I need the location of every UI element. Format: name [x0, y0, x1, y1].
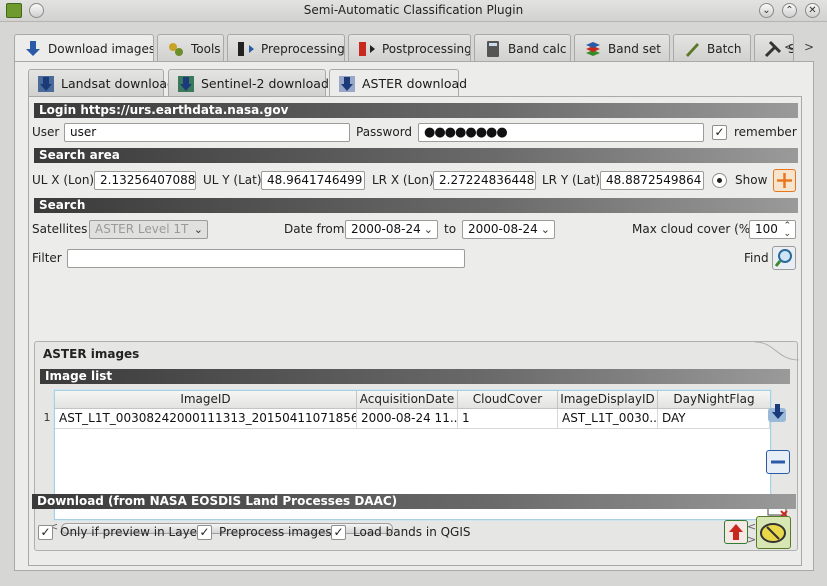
- sentinel2-download-icon: [178, 76, 194, 92]
- tab-download-images[interactable]: Download images: [14, 34, 154, 64]
- search-header: Search: [34, 198, 798, 213]
- col-imageid[interactable]: ImageID: [55, 391, 357, 409]
- remember-label: remember: [734, 125, 797, 139]
- arrow-up-icon: [729, 524, 743, 540]
- band-calc-icon: [487, 41, 499, 57]
- tab-sentinel2-download[interactable]: Sentinel-2 download: [168, 69, 329, 97]
- filter-label: Filter: [32, 251, 62, 265]
- user-input[interactable]: user: [64, 123, 350, 142]
- find-button[interactable]: [772, 246, 796, 270]
- spin-arrows-icon[interactable]: ⌃ ⌄: [783, 222, 791, 239]
- max-cloud-spinbox[interactable]: 100 ⌃ ⌄: [749, 220, 796, 239]
- aster-download-icon: [339, 76, 355, 92]
- settings-icon: [764, 40, 782, 58]
- uly-label: UL Y (Lat): [203, 173, 262, 187]
- preprocess-images-checkbox[interactable]: ✓: [197, 525, 212, 540]
- find-label: Find: [744, 251, 769, 265]
- preprocessing-icon: [238, 42, 254, 56]
- col-daynightflag[interactable]: DayNightFlag: [658, 391, 770, 409]
- run-download-button[interactable]: [756, 516, 791, 549]
- add-to-layers-button[interactable]: [766, 402, 790, 426]
- tab-scroll-left-icon[interactable]: <: [784, 40, 794, 54]
- group-tab-corner: [755, 342, 799, 361]
- download-icon: [26, 41, 40, 56]
- export-links-button[interactable]: [724, 520, 748, 544]
- date-to-select[interactable]: 2000-08-24 ⌄: [462, 220, 555, 239]
- preprocess-images-label: Preprocess images: [219, 525, 332, 539]
- search-icon: [774, 249, 792, 267]
- lrx-label: LR X (Lon): [372, 173, 434, 187]
- row-number: 1: [43, 411, 51, 424]
- user-label: User: [32, 125, 60, 139]
- minus-icon: [771, 460, 785, 464]
- band-set-icon: [586, 42, 600, 56]
- remove-row-button[interactable]: [766, 450, 790, 474]
- lry-label: LR Y (Lat): [542, 173, 601, 187]
- show-radio[interactable]: [712, 173, 727, 188]
- to-label: to: [444, 222, 457, 236]
- tab-preprocessing[interactable]: Preprocessing: [227, 34, 345, 62]
- cell-daynightflag[interactable]: DAY: [658, 409, 770, 429]
- filter-input[interactable]: [67, 249, 465, 268]
- date-from-select[interactable]: 2000-08-24 ⌄: [345, 220, 438, 239]
- plugin-window: Semi-Automatic Classification Plugin ⌄ ⌃…: [0, 0, 827, 586]
- cell-imagedisplayid[interactable]: AST_L1T_0030...: [558, 409, 658, 429]
- only-preview-label: Only if preview in Layers: [60, 525, 209, 539]
- col-acquisitiondate[interactable]: AcquisitionDate: [357, 391, 458, 409]
- only-preview-checkbox[interactable]: ✓: [38, 525, 53, 540]
- title-bar: Semi-Automatic Classification Plugin ⌄ ⌃…: [0, 0, 827, 22]
- run-icon: [760, 523, 786, 543]
- landsat-download-icon: [38, 76, 54, 92]
- close-button[interactable]: ✕: [805, 3, 820, 18]
- tab-aster-download[interactable]: ASTER download: [329, 69, 467, 99]
- tab-postprocessing[interactable]: Postprocessing: [348, 34, 471, 62]
- minimize-button[interactable]: ⌄: [759, 3, 774, 18]
- plus-icon: [777, 173, 792, 188]
- max-cloud-label: Max cloud cover (%): [632, 222, 755, 236]
- col-cloudcover[interactable]: CloudCover: [458, 391, 558, 409]
- tab-tools[interactable]: Tools: [157, 34, 224, 62]
- satellites-label: Satellites: [32, 222, 88, 236]
- password-input[interactable]: ●●●●●●●●: [418, 123, 704, 142]
- add-point-button[interactable]: [773, 169, 796, 192]
- chevron-down-icon: ⌄: [193, 223, 203, 236]
- cell-cloudcover[interactable]: 1: [458, 409, 558, 429]
- display-download-icon: [768, 404, 786, 422]
- window-title: Semi-Automatic Classification Plugin: [303, 3, 524, 17]
- tab-band-calc[interactable]: Band calc: [474, 34, 571, 62]
- date-from-label: Date from: [284, 222, 345, 236]
- table-header: ImageID AcquisitionDate CloudCover Image…: [55, 391, 770, 409]
- password-label: Password: [356, 125, 413, 139]
- cell-imageid[interactable]: AST_L1T_00308242000111313_20150411071856…: [55, 409, 357, 429]
- tab-scroll-right-icon[interactable]: >: [804, 40, 814, 54]
- show-label: Show: [735, 173, 768, 187]
- lrx-input[interactable]: 2.27224836448: [433, 171, 536, 190]
- tab-landsat-download[interactable]: Landsat download: [28, 69, 175, 97]
- maximize-button[interactable]: ⌃: [782, 3, 797, 18]
- lry-input[interactable]: 48.8872549864: [600, 171, 704, 190]
- main-tab-bar: Download images Tools Preprocessing Post…: [14, 34, 826, 64]
- chevron-down-icon: ⌄: [423, 223, 433, 236]
- aster-images-group: ASTER images Image list ImageID Acquisit…: [34, 341, 799, 551]
- image-list-header: Image list: [40, 369, 790, 384]
- tab-band-set[interactable]: Band set: [574, 34, 670, 62]
- download-header: Download (from NASA EOSDIS Land Processe…: [32, 494, 796, 509]
- batch-icon: [686, 43, 699, 57]
- ulx-input[interactable]: 2.13256407088: [94, 171, 196, 190]
- satellites-select[interactable]: ASTER Level 1T ⌄: [89, 220, 208, 239]
- cell-acquisitiondate[interactable]: 2000-08-24 11...: [357, 409, 458, 429]
- postprocessing-icon: [359, 42, 375, 56]
- search-area-header: Search area: [34, 148, 798, 163]
- uly-input[interactable]: 48.9641746499: [261, 171, 365, 190]
- ulx-label: UL X (Lon): [32, 173, 95, 187]
- load-bands-label: Load bands in QGIS: [353, 525, 471, 539]
- tools-icon: [169, 43, 183, 56]
- col-imagedisplayid[interactable]: ImageDisplayID: [558, 391, 658, 409]
- chevron-down-icon: ⌄: [540, 223, 550, 236]
- login-header: Login https://urs.earthdata.nasa.gov: [34, 103, 798, 118]
- tab-batch[interactable]: Batch: [673, 34, 751, 62]
- aster-images-title: ASTER images: [43, 347, 140, 361]
- remember-checkbox[interactable]: ✓: [712, 125, 727, 140]
- load-bands-checkbox[interactable]: ✓: [331, 525, 346, 540]
